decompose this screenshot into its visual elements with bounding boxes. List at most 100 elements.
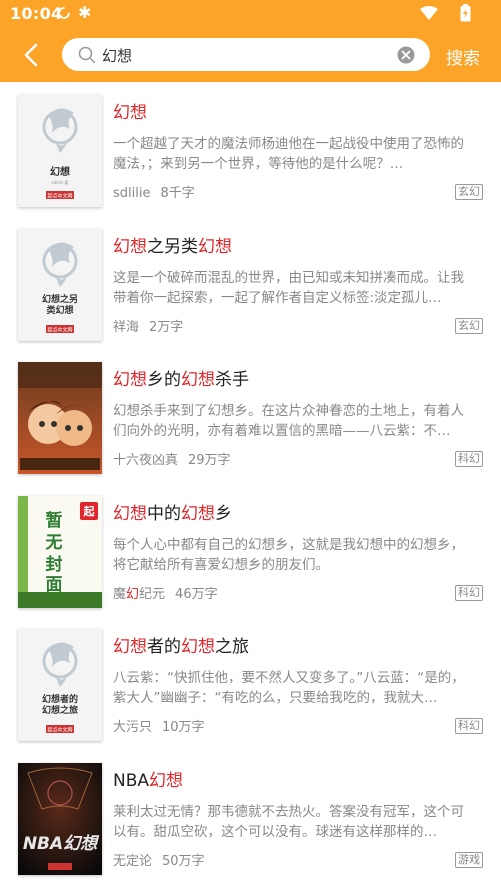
book-author: 祥海 [113, 320, 139, 335]
keyword-highlight: 幻想 [113, 103, 147, 123]
book-cover: 起点中文网 幻想 sdlilie 著 [18, 95, 102, 207]
search-icon [78, 46, 96, 64]
svg-text:暂: 暂 [46, 510, 63, 531]
book-cover-art: 起点中文网 幻想者的幻想之旅 [18, 629, 102, 741]
svg-text:起点中文网: 起点中文网 [47, 326, 72, 333]
text-segment: 者的 [147, 637, 181, 657]
keyword-highlight: 幻 [126, 586, 140, 602]
text-segment: 大污只 [113, 720, 153, 735]
book-category-tag: 玄幻 [455, 317, 483, 334]
book-title: 幻想 [113, 98, 147, 123]
svg-text:起点中文网: 起点中文网 [47, 727, 72, 734]
book-cover-art: NBA幻想 [18, 762, 102, 875]
keyword-highlight: 幻想 [113, 236, 147, 257]
book-title: 幻想乡的幻想杀手 [113, 365, 249, 390]
status-time: 10:04 [10, 4, 63, 23]
book-word-count: 8千字 [160, 186, 195, 201]
text-segment: 之旅 [215, 637, 249, 657]
book-cover-art: 起 暂 无 封 面 [18, 495, 102, 608]
book-meta: 祥海 2万字 [113, 316, 183, 335]
book-cover: 起点中文网 幻想者的 幻想之旅 [18, 629, 102, 741]
svg-text:幻想者的: 幻想者的 [42, 693, 78, 705]
keyword-highlight: 幻想 [181, 370, 215, 390]
book-cover: 起 暂 无 封 面 [18, 495, 102, 608]
book-word-count: 10万字 [162, 720, 205, 735]
book-title: 幻想中的幻想乡 [113, 499, 232, 524]
book-list-item[interactable]: NBA幻想 NBA幻想 莱利太过无情？那韦德就不去热火。答案没有冠军，这个可以有。… [0, 750, 501, 884]
book-author: 十六夜凶真 [113, 453, 178, 468]
book-list-item[interactable]: 起 暂 无 封 面幻想中的幻想乡 每个人心中都有自己的幻想乡，这就是我幻想中的幻想… [0, 483, 501, 617]
book-list-item[interactable]: 起点中文网 幻想之另 类幻想 幻想之另类幻想 这是一个破碎而混乱的世界，由已知或未知拼凑… [0, 216, 501, 350]
book-author: 无定论 [113, 854, 152, 869]
svg-text:幻想之另: 幻想之另 [42, 293, 78, 305]
book-cover [18, 362, 102, 474]
book-category-tag: 玄幻 [455, 184, 483, 200]
book-word-count: 2万字 [149, 319, 184, 335]
book-list: 起点中文网 幻想 sdlilie 著幻想 一个超越了天才的魔法师杨迪他在一起战役中使用… [0, 82, 501, 883]
book-meta: 无定论 50万字 [113, 850, 205, 869]
svg-text:封: 封 [46, 554, 63, 575]
book-description: 八云紫：“快抓住他，要不然人又变多了。”八云蓝：“是的，紫大人”幽幽子：“有吃的… [113, 670, 465, 706]
back-button[interactable] [14, 38, 50, 72]
text-segment: 乡 [215, 503, 232, 524]
book-category-tag: 科幻 [455, 584, 483, 601]
text-segment: 中的 [147, 503, 181, 524]
book-cover-art [18, 362, 102, 474]
text-segment: 祥海 [113, 319, 140, 335]
book-word-count: 29万字 [188, 453, 231, 468]
text-segment: sdlilie [113, 186, 151, 201]
text-segment: 纪元 [139, 586, 166, 602]
keyword-highlight: 幻想 [149, 770, 184, 791]
search-input[interactable] [102, 44, 392, 66]
keyword-highlight: 幻想 [113, 370, 147, 390]
book-meta: 十六夜凶真 29万字 [113, 449, 231, 468]
book-description: 莱利太过无情？那韦德就不去热火。答案没有冠军，这个可以有。甜瓜空砍，这个可以没有… [113, 803, 464, 840]
search-button[interactable]: 搜索 [446, 44, 480, 69]
status-bar: 10:04 ✱ [0, 0, 501, 28]
svg-text:幻想之旅: 幻想之旅 [42, 704, 78, 716]
text-segment: 乡的 [147, 370, 181, 390]
book-author: 魔幻纪元 [113, 587, 165, 602]
text-segment: 无定论 [113, 853, 153, 869]
chevron-left-icon [24, 43, 38, 67]
keyword-highlight: 幻想 [113, 503, 147, 524]
text-segment: 十六夜凶真 [113, 453, 179, 468]
book-title: NBA幻想 [113, 766, 183, 791]
book-author: sdlilie [113, 186, 150, 201]
search-box[interactable] [62, 38, 430, 71]
book-category-tag: 游戏 [455, 851, 483, 868]
book-description: 幻想杀手来到了幻想乡。在这片众神眷恋的土地上，有着人们向外的光明，亦有着难以置信… [113, 403, 464, 439]
book-category-tag: 科幻 [455, 451, 483, 467]
svg-text:面: 面 [46, 575, 63, 595]
book-meta: 魔幻纪元 46万字 [113, 583, 218, 602]
wifi-icon [420, 6, 438, 20]
book-cover-art: 起点中文网 幻想sdlilie 著 [18, 95, 102, 207]
book-cover: 起点中文网 幻想之另 类幻想 [18, 228, 102, 341]
book-description: 一个超越了天才的魔法师杨迪他在一起战役中使用了恐怖的魔法，；来到另一个世界，等待… [113, 136, 464, 172]
book-meta: sdlilie 8千字 [113, 182, 195, 201]
book-description: 每个人心中都有自己的幻想乡，这就是我幻想中的幻想乡，将它献给所有喜爱幻想乡的朋友… [113, 536, 464, 573]
sync-icon [58, 7, 70, 19]
book-list-item[interactable]: 起点中文网 幻想 sdlilie 著幻想 一个超越了天才的魔法师杨迪他在一起战役中使用… [0, 82, 501, 216]
text-segment: 杀手 [215, 370, 249, 390]
bug-icon: ✱ [78, 3, 92, 22]
app-header: 10:04 ✱ 搜索 [0, 0, 501, 82]
book-title: 幻想之另类幻想 [113, 232, 232, 257]
svg-text:起点中文网: 起点中文网 [47, 193, 72, 200]
svg-text:类幻想: 类幻想 [46, 304, 73, 316]
book-category-tag: 科幻 [455, 718, 483, 734]
svg-text:幻想: 幻想 [50, 165, 70, 178]
text-segment: 之另类 [147, 236, 198, 257]
book-word-count: 46万字 [175, 586, 218, 602]
keyword-highlight: 幻想 [181, 503, 215, 524]
keyword-highlight: 幻想 [113, 637, 147, 657]
svg-text:起: 起 [83, 504, 96, 518]
book-title: 幻想者的幻想之旅 [113, 632, 249, 657]
book-author: 大污只 [113, 720, 152, 735]
keyword-highlight: 幻想 [198, 236, 232, 257]
clear-icon[interactable] [397, 46, 415, 64]
book-list-item[interactable]: 起点中文网 幻想者的 幻想之旅 幻想者的幻想之旅 八云紫：“快抓住他，要不然人又变多了。… [0, 616, 501, 750]
book-list-item[interactable]: 幻想乡的幻想杀手 幻想杀手来到了幻想乡。在这片众神眷恋的土地上，有着人们向外的光明… [0, 349, 501, 483]
svg-text:sdlilie 著: sdlilie 著 [52, 179, 69, 185]
text-segment: 魔 [113, 586, 127, 602]
